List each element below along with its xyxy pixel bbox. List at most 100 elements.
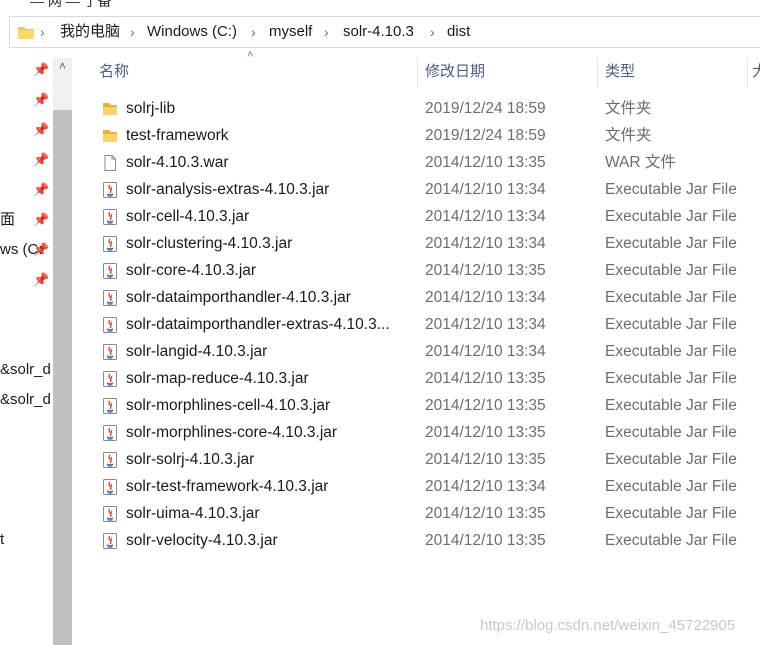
breadcrumb-item-myself[interactable]: myself [269, 22, 312, 42]
file-date-modified: 2014/12/10 13:34 [425, 289, 546, 306]
java-jar-icon [101, 370, 119, 388]
file-name[interactable]: solr-velocity-4.10.3.jar [126, 531, 278, 551]
pin-icon[interactable]: 📌 [33, 272, 49, 288]
file-row[interactable]: solr-velocity-4.10.3.jar 2014/12/10 13:35… [96, 528, 760, 555]
column-header-type[interactable]: 类型 [605, 58, 635, 86]
pin-icon[interactable]: 📌 [33, 62, 49, 78]
breadcrumb-separator[interactable]: › [430, 22, 435, 42]
file-row[interactable]: solr-4.10.3.war 2014/12/10 13:35 WAR 文件 [96, 150, 760, 177]
file-name[interactable]: solr-dataimporthandler-4.10.3.jar [126, 288, 351, 308]
java-jar-icon [101, 505, 119, 523]
file-date-modified: 2014/12/10 13:35 [425, 451, 546, 468]
file-row[interactable]: solr-dataimporthandler-4.10.3.jar 2014/12… [96, 285, 760, 312]
file-type: Executable Jar File [605, 451, 737, 468]
file-type: Executable Jar File [605, 370, 737, 387]
breadcrumb-separator[interactable]: › [324, 22, 329, 42]
breadcrumb-separator[interactable]: › [130, 22, 135, 42]
scroll-up-icon[interactable]: ˄ [55, 56, 70, 76]
column-header-size[interactable]: 大 [752, 58, 760, 86]
column-header-name[interactable]: 名称 [99, 58, 129, 86]
java-jar-icon [101, 181, 119, 199]
breadcrumb-item-drive-c[interactable]: Windows (C:) [147, 22, 237, 42]
file-row[interactable]: test-framework 2019/12/24 18:59 文件夹 [96, 123, 760, 150]
nav-item-label[interactable]: 面 [0, 210, 15, 230]
title-fragment: — 网 — 了备 [30, 0, 112, 8]
file-date-modified: 2014/12/10 13:35 [425, 505, 546, 522]
pin-icon[interactable]: 📌 [33, 212, 49, 228]
file-date-modified: 2014/12/10 13:35 [425, 532, 546, 549]
file-name[interactable]: solr-langid-4.10.3.jar [126, 342, 267, 362]
address-bar[interactable]: › 我的电脑 › Windows (C:) › myself › solr-4.… [9, 16, 760, 48]
file-type: Executable Jar File [605, 235, 737, 252]
file-row[interactable]: solr-dataimporthandler-extras-4.10.3... 2… [96, 312, 760, 339]
file-type: 文件夹 [605, 100, 652, 117]
column-divider[interactable] [417, 58, 418, 88]
file-date-modified: 2014/12/10 13:34 [425, 235, 546, 252]
nav-item-label[interactable]: ws (C: [0, 240, 43, 260]
breadcrumb-item-solr[interactable]: solr-4.10.3 [343, 22, 414, 42]
file-name[interactable]: solr-analysis-extras-4.10.3.jar [126, 180, 329, 200]
file-date-modified: 2014/12/10 13:34 [425, 343, 546, 360]
file-name[interactable]: solr-4.10.3.war [126, 153, 229, 173]
file-type: Executable Jar File [605, 532, 737, 549]
breadcrumb-separator[interactable]: › [251, 22, 256, 42]
file-name[interactable]: solr-clustering-4.10.3.jar [126, 234, 292, 254]
file-name[interactable]: solr-core-4.10.3.jar [126, 261, 256, 281]
file-date-modified: 2019/12/24 18:59 [425, 100, 546, 117]
file-row[interactable]: solr-map-reduce-4.10.3.jar 2014/12/10 13:… [96, 366, 760, 393]
file-type: Executable Jar File [605, 262, 737, 279]
file-date-modified: 2014/12/10 13:35 [425, 370, 546, 387]
pin-icon[interactable]: 📌 [33, 92, 49, 108]
java-jar-icon [101, 397, 119, 415]
file-name[interactable]: test-framework [126, 126, 229, 146]
file-date-modified: 2014/12/10 13:35 [425, 154, 546, 171]
pin-icon[interactable]: 📌 [33, 122, 49, 138]
folder-icon [101, 127, 119, 145]
file-row[interactable]: solr-clustering-4.10.3.jar 2014/12/10 13:… [96, 231, 760, 258]
file-date-modified: 2014/12/10 13:35 [425, 424, 546, 441]
file-row[interactable]: solr-test-framework-4.10.3.jar 2014/12/10… [96, 474, 760, 501]
file-name[interactable]: solrj-lib [126, 99, 175, 119]
file-date-modified: 2014/12/10 13:34 [425, 208, 546, 225]
java-jar-icon [101, 478, 119, 496]
file-row[interactable]: solr-analysis-extras-4.10.3.jar 2014/12/1… [96, 177, 760, 204]
nav-item-label[interactable]: &solr_d [0, 360, 51, 380]
file-date-modified: 2014/12/10 13:34 [425, 478, 546, 495]
file-row[interactable]: solr-langid-4.10.3.jar 2014/12/10 13:34 Ex… [96, 339, 760, 366]
file-name[interactable]: solr-uima-4.10.3.jar [126, 504, 260, 524]
java-jar-icon [101, 316, 119, 334]
file-row[interactable]: solr-core-4.10.3.jar 2014/12/10 13:35 Exec… [96, 258, 760, 285]
java-jar-icon [101, 424, 119, 442]
file-name[interactable]: solr-morphlines-core-4.10.3.jar [126, 423, 337, 443]
file-date-modified: 2014/12/10 13:35 [425, 262, 546, 279]
breadcrumb-separator[interactable]: › [40, 22, 45, 42]
file-name[interactable]: solr-map-reduce-4.10.3.jar [126, 369, 309, 389]
column-divider[interactable] [747, 58, 748, 88]
nav-item-label[interactable]: t [0, 530, 4, 550]
file-name[interactable]: solr-cell-4.10.3.jar [126, 207, 249, 227]
folder-icon [101, 100, 119, 118]
file-row[interactable]: solr-morphlines-core-4.10.3.jar 2014/12/1… [96, 420, 760, 447]
pin-icon[interactable]: 📌 [33, 152, 49, 168]
file-name[interactable]: solr-test-framework-4.10.3.jar [126, 477, 328, 497]
nav-item-label[interactable]: &solr_d [0, 390, 51, 410]
file-row[interactable]: solrj-lib 2019/12/24 18:59 文件夹 [96, 96, 760, 123]
pin-icon[interactable]: 📌 [33, 182, 49, 198]
file-row[interactable]: solr-uima-4.10.3.jar 2014/12/10 13:35 Exec… [96, 501, 760, 528]
column-divider[interactable] [597, 58, 598, 88]
java-jar-icon [101, 235, 119, 253]
file-name[interactable]: solr-solrj-4.10.3.jar [126, 450, 254, 470]
file-name[interactable]: solr-morphlines-cell-4.10.3.jar [126, 396, 330, 416]
file-type: 文件夹 [605, 127, 652, 144]
column-header-date-modified[interactable]: 修改日期 [425, 58, 485, 86]
file-name[interactable]: solr-dataimporthandler-extras-4.10.3... [126, 315, 390, 335]
nav-scrollbar-thumb[interactable] [53, 110, 72, 645]
breadcrumb-item-dist[interactable]: dist [447, 22, 470, 42]
file-row[interactable]: solr-solrj-4.10.3.jar 2014/12/10 13:35 Exe… [96, 447, 760, 474]
file-row[interactable]: solr-morphlines-cell-4.10.3.jar 2014/12/1… [96, 393, 760, 420]
file-row[interactable]: solr-cell-4.10.3.jar 2014/12/10 13:34 Exec… [96, 204, 760, 231]
file-type: Executable Jar File [605, 316, 737, 333]
java-jar-icon [101, 289, 119, 307]
breadcrumb-item-this-pc[interactable]: 我的电脑 [60, 22, 120, 42]
folder-icon [18, 27, 34, 39]
